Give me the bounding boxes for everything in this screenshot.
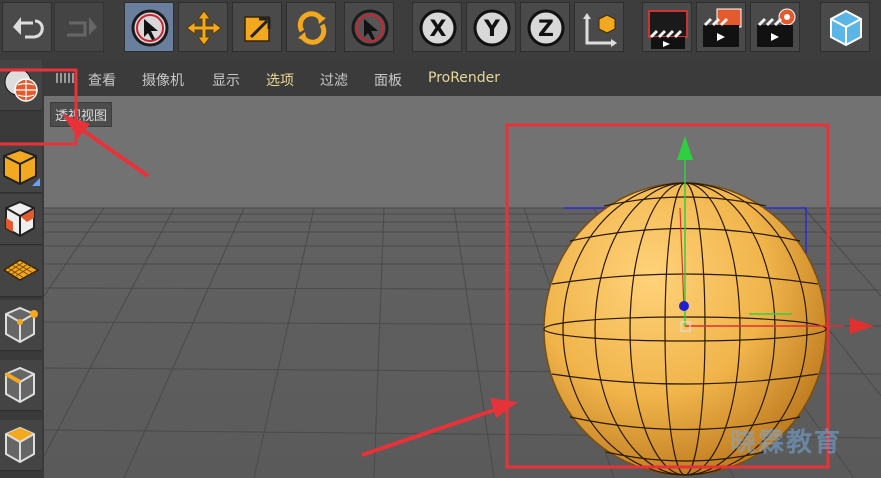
move-tool-button[interactable] (178, 2, 228, 52)
menu-prorender[interactable]: ProRender (428, 70, 500, 86)
scene-canvas (44, 96, 881, 478)
svg-text:X: X (430, 17, 447, 42)
coordinate-system-button[interactable] (574, 2, 624, 52)
rotate-icon (297, 11, 327, 45)
rotate-tool-button[interactable] (286, 2, 336, 52)
clapperboard-icon (648, 10, 688, 49)
polygons-mode-button[interactable] (0, 420, 42, 471)
clapperboard-gear-icon (757, 8, 796, 47)
live-select-icon (351, 9, 389, 47)
clapperboard-render-icon (703, 8, 742, 47)
watermark-text: 晓霖教育 (730, 428, 843, 458)
y-axis-lock-button[interactable]: Y (466, 2, 516, 52)
x-axis-lock-button[interactable]: X (412, 2, 462, 52)
cube-blue-icon (830, 9, 862, 47)
viewport-title: 透视视图 (50, 102, 113, 127)
edges-cube-icon (5, 366, 35, 404)
edges-mode-button[interactable] (0, 360, 42, 411)
x-axis-icon: X (419, 9, 457, 47)
scale-tool-button[interactable] (232, 2, 282, 52)
menu-camera[interactable]: 摄像机 (142, 70, 184, 90)
move-arrows-icon (186, 10, 222, 46)
undo-icon (13, 17, 44, 39)
z-axis-handle (679, 301, 689, 311)
undo-button[interactable] (2, 2, 52, 52)
points-cube-icon (5, 306, 38, 344)
menu-options[interactable]: 选项 (266, 70, 294, 90)
cube-object-button[interactable] (820, 2, 870, 52)
checker-cube-icon (5, 200, 35, 238)
main-toolbar: X Y Z (0, 0, 881, 61)
redo-button[interactable] (54, 2, 104, 52)
select-tool-button[interactable] (124, 2, 174, 52)
perspective-viewport[interactable]: 透视视图 (44, 96, 881, 478)
live-select-button[interactable] (344, 2, 394, 52)
grid-plane-icon (2, 259, 40, 281)
z-axis-icon: Z (527, 9, 565, 47)
menu-view[interactable]: 查看 (88, 70, 116, 90)
model-mode-button[interactable] (0, 142, 42, 193)
cube-orange-icon (3, 148, 40, 186)
menu-panel[interactable]: 面板 (374, 70, 402, 90)
polygons-cube-icon (5, 426, 35, 464)
render-to-picture-viewer-button[interactable] (696, 2, 746, 52)
sphere-globe-icon (4, 68, 38, 102)
y-axis-icon: Y (473, 9, 511, 47)
select-arrow-icon (131, 9, 169, 47)
coordinate-system-icon (583, 13, 617, 47)
viewport-menubar: 查看 摄像机 显示 选项 过滤 面板 ProRender (44, 60, 881, 96)
redo-icon (67, 17, 97, 37)
z-axis-lock-button[interactable]: Z (520, 2, 570, 52)
grip-handle[interactable] (56, 73, 76, 83)
make-editable-button[interactable] (0, 60, 42, 111)
render-view-button[interactable] (642, 2, 692, 52)
scale-icon (244, 16, 271, 42)
svg-text:Z: Z (538, 17, 554, 42)
svg-text:Y: Y (483, 17, 501, 42)
render-settings-button[interactable] (750, 2, 800, 52)
mode-sidebar (0, 60, 45, 478)
menu-display[interactable]: 显示 (212, 70, 240, 90)
menu-filter[interactable]: 过滤 (320, 70, 348, 90)
workplane-mode-button[interactable] (0, 246, 42, 297)
texture-mode-button[interactable] (0, 194, 42, 245)
points-mode-button[interactable] (0, 300, 42, 351)
